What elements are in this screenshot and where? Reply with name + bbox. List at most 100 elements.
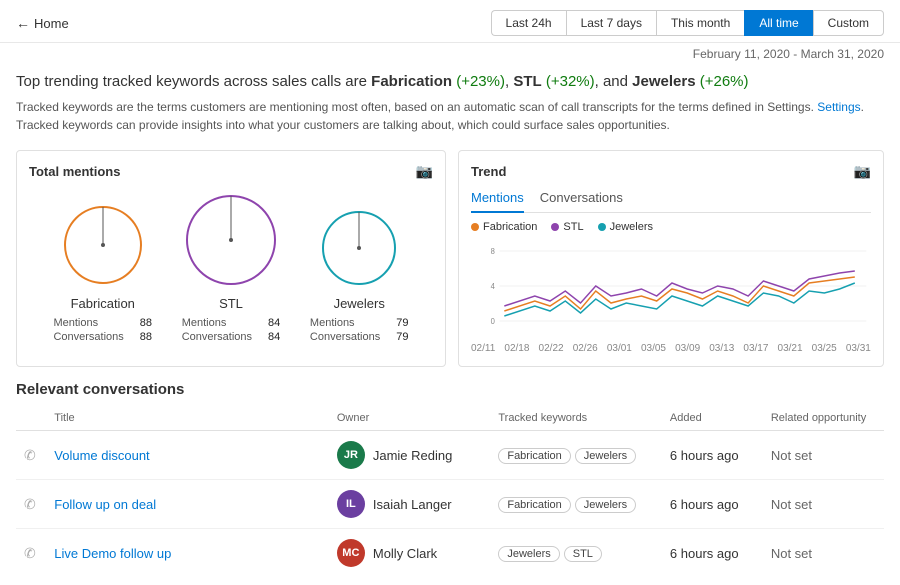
filter-alltime[interactable]: All time xyxy=(744,10,812,36)
legend-dot-jewelers xyxy=(598,223,606,231)
col-header-added: Added xyxy=(662,408,763,431)
conv-related-cell: Not set xyxy=(763,529,884,578)
fabrication-circle xyxy=(58,200,148,290)
time-filter-group: Last 24h Last 7 days This month All time… xyxy=(491,10,884,36)
trend-title: Trend 📷 xyxy=(471,163,871,180)
back-link[interactable]: ← Home xyxy=(16,15,69,31)
app-header: ← Home Last 24h Last 7 days This month A… xyxy=(0,0,900,43)
mentions-panel-icon[interactable]: 📷 xyxy=(416,163,433,180)
trend-panel: Trend 📷 Mentions Conversations Fabricati… xyxy=(458,150,884,367)
legend-dot-fabrication xyxy=(471,223,479,231)
tab-mentions[interactable]: Mentions xyxy=(471,190,524,213)
conv-added-cell: 6 hours ago xyxy=(662,480,763,529)
table-row: ✆ Live Demo follow up MC Molly Clark Jewe… xyxy=(16,529,884,578)
fabrication-name: Fabrication xyxy=(71,296,135,311)
headline-prefix: Top trending tracked keywords across sal… xyxy=(16,73,371,90)
keyword-tag: Jewelers xyxy=(575,497,636,513)
filter-last24h[interactable]: Last 24h xyxy=(491,10,566,36)
jewelers-circle xyxy=(317,206,401,290)
conv-title-cell[interactable]: Volume discount xyxy=(46,431,329,480)
phone-icon: ✆ xyxy=(24,545,36,561)
total-mentions-panel: Total mentions 📷 Fabrication Mentions88 … xyxy=(16,150,446,367)
filter-last7days[interactable]: Last 7 days xyxy=(566,10,656,36)
date-range: February 11, 2020 - March 31, 2020 xyxy=(0,43,900,65)
conv-added-cell: 6 hours ago xyxy=(662,529,763,578)
jewelers-name: Jewelers xyxy=(334,296,385,311)
stl-circle xyxy=(181,190,281,290)
legend-stl: STL xyxy=(551,221,583,233)
tab-conversations[interactable]: Conversations xyxy=(540,190,623,213)
avatar: JR xyxy=(337,441,365,469)
trend-panel-icon[interactable]: 📷 xyxy=(854,163,871,180)
conv-title-cell[interactable]: Follow up on deal xyxy=(46,480,329,529)
owner-cell: JR Jamie Reding xyxy=(337,441,482,469)
avatar: IL xyxy=(337,490,365,518)
legend-fabrication: Fabrication xyxy=(471,221,537,233)
keyword3: Jewelers xyxy=(632,73,695,90)
owner-name: Jamie Reding xyxy=(373,448,453,463)
headline: Top trending tracked keywords across sal… xyxy=(16,71,884,92)
phone-icon: ✆ xyxy=(24,447,36,463)
keyword-tag: Fabrication xyxy=(498,448,570,464)
keyword1-change: (+23%) xyxy=(456,73,505,90)
stl-stats: Mentions84 Conversations84 xyxy=(182,317,281,343)
jewelers-stats: Mentions79 Conversations79 xyxy=(310,317,409,343)
col-header-icon xyxy=(16,408,46,431)
conversations-table: Title Owner Tracked keywords Added Relat… xyxy=(16,408,884,577)
table-row: ✆ Volume discount JR Jamie Reding Fabrica… xyxy=(16,431,884,480)
phone-icon: ✆ xyxy=(24,496,36,512)
mention-stl: STL Mentions84 Conversations84 xyxy=(181,190,281,343)
back-arrow-icon: ← xyxy=(16,15,30,31)
owner-name: Isaiah Langer xyxy=(373,497,452,512)
table-header-row: Title Owner Tracked keywords Added Relat… xyxy=(16,408,884,431)
mentions-row: Fabrication Mentions88 Conversations88 S… xyxy=(29,190,433,343)
mention-fabrication: Fabrication Mentions88 Conversations88 xyxy=(53,200,152,343)
conv-keywords-cell: JewelersSTL xyxy=(490,529,662,578)
owner-cell: IL Isaiah Langer xyxy=(337,490,482,518)
mention-jewelers: Jewelers Mentions79 Conversations79 xyxy=(310,206,409,343)
fabrication-stats: Mentions88 Conversations88 xyxy=(53,317,152,343)
keyword3-change: (+26%) xyxy=(700,73,749,90)
avatar: MC xyxy=(337,539,365,567)
conv-owner-cell: IL Isaiah Langer xyxy=(329,480,490,529)
filter-custom[interactable]: Custom xyxy=(813,10,884,36)
conversations-title: Relevant conversations xyxy=(16,381,884,398)
legend-dot-stl xyxy=(551,223,559,231)
stl-name: STL xyxy=(219,296,243,311)
trend-chart: 8 4 0 xyxy=(471,241,871,341)
legend-jewelers: Jewelers xyxy=(598,221,653,233)
col-header-title: Title xyxy=(46,408,329,431)
svg-text:4: 4 xyxy=(491,282,496,291)
subtext-line1: Tracked keywords are the terms customers… xyxy=(16,98,884,116)
owner-cell: MC Molly Clark xyxy=(337,539,482,567)
conv-keywords-cell: Fabrication Jewelers xyxy=(490,480,662,529)
back-label: Home xyxy=(34,16,69,31)
conv-owner-cell: MC Molly Clark xyxy=(329,529,490,578)
table-row: ✆ Follow up on deal IL Isaiah Langer Fabr… xyxy=(16,480,884,529)
svg-text:0: 0 xyxy=(491,317,496,326)
conv-related-cell: Not set xyxy=(763,431,884,480)
svg-text:8: 8 xyxy=(491,247,495,256)
trend-tabs: Mentions Conversations xyxy=(471,190,871,213)
conversations-section: Relevant conversations Title Owner Track… xyxy=(0,375,900,585)
conv-keywords-cell: FabricationJewelers xyxy=(490,431,662,480)
col-header-owner: Owner xyxy=(329,408,490,431)
filter-thismonth[interactable]: This month xyxy=(656,10,744,36)
total-mentions-title: Total mentions 📷 xyxy=(29,163,433,180)
panels-container: Total mentions 📷 Fabrication Mentions88 … xyxy=(0,142,900,375)
chart-x-labels: 02/11 02/18 02/22 02/26 03/01 03/05 03/0… xyxy=(471,343,871,354)
keyword-tag: Fabrication xyxy=(498,497,570,513)
subtext-line2: Tracked keywords can provide insights in… xyxy=(16,116,884,134)
keyword2: STL xyxy=(513,73,541,90)
conv-title-cell[interactable]: Live Demo follow up xyxy=(46,529,329,578)
keyword2-change: (+32%) xyxy=(546,73,595,90)
conv-added-cell: 6 hours ago xyxy=(662,431,763,480)
keyword1: Fabrication xyxy=(371,73,452,90)
conv-related-cell: Not set xyxy=(763,480,884,529)
conv-owner-cell: JR Jamie Reding xyxy=(329,431,490,480)
trend-legend: Fabrication STL Jewelers xyxy=(471,221,871,233)
col-header-related: Related opportunity xyxy=(763,408,884,431)
col-header-keywords: Tracked keywords xyxy=(490,408,662,431)
headline-section: Top trending tracked keywords across sal… xyxy=(0,65,900,142)
settings-link[interactable]: Settings xyxy=(817,100,860,114)
